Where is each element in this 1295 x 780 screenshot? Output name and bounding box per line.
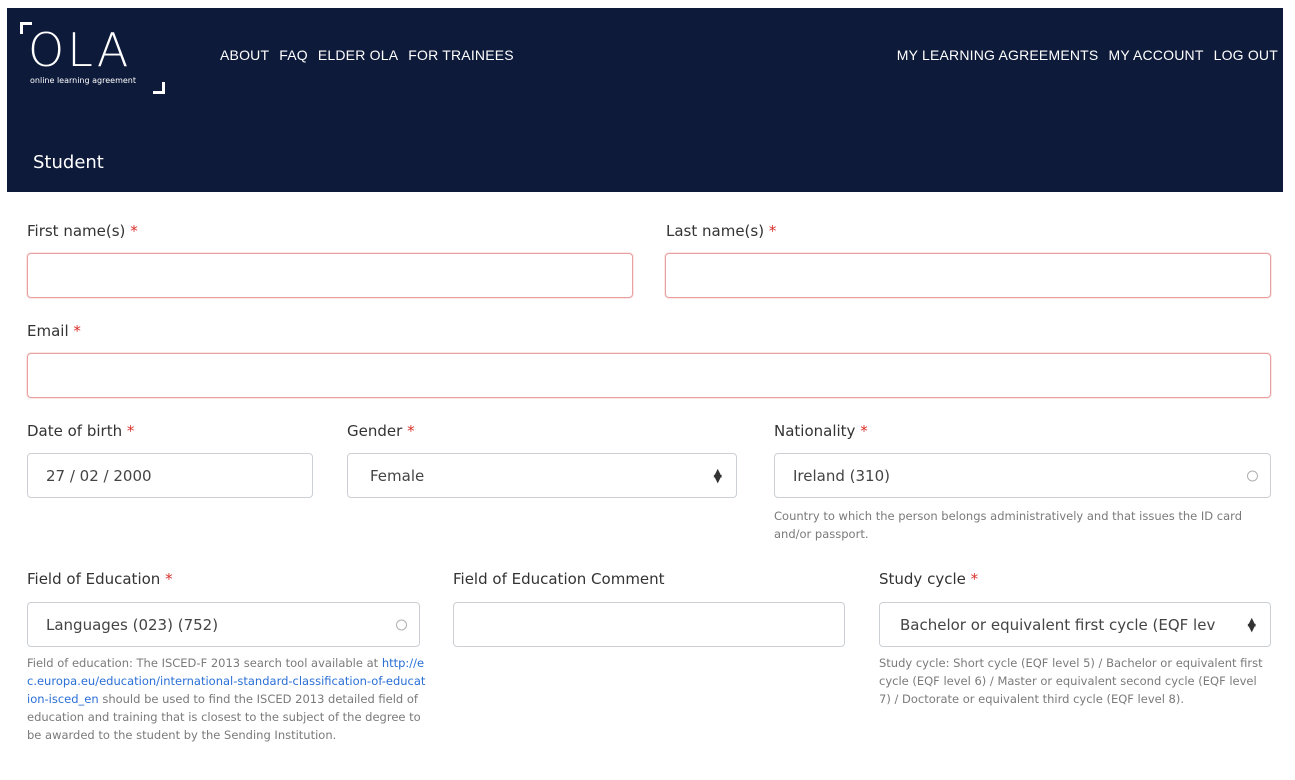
required-mark: * — [130, 222, 138, 240]
gender-label-text: Gender — [347, 422, 403, 440]
study-cycle-label: Study cycle * — [879, 570, 978, 588]
gender-value: Female — [370, 466, 425, 485]
study-cycle-value: Bachelor or equivalent first cycle (EQF … — [900, 615, 1216, 634]
select-arrows-icon: ▲ ▼ — [1247, 614, 1256, 634]
required-mark: * — [407, 422, 415, 440]
first-name-label: First name(s) * — [27, 222, 138, 240]
logo-subtitle: online learning agreement — [30, 76, 136, 85]
study-cycle-select[interactable]: Bachelor or equivalent first cycle (EQF … — [879, 602, 1271, 647]
last-name-input[interactable] — [665, 253, 1271, 298]
dob-label: Date of birth * — [27, 422, 134, 440]
nav-faq[interactable]: FAQ — [274, 47, 313, 63]
ola-logo[interactable]: OLA online learning agreement — [20, 22, 165, 94]
section-title: Student — [33, 152, 104, 173]
nav-my-account[interactable]: MY ACCOUNT — [1103, 47, 1208, 63]
first-name-input[interactable] — [27, 253, 633, 298]
email-label: Email * — [27, 322, 81, 340]
email-input[interactable] — [27, 353, 1271, 398]
nav-right: MY LEARNING AGREEMENTS MY ACCOUNT LOG OU… — [892, 47, 1283, 63]
dob-label-text: Date of birth — [27, 422, 123, 440]
first-name-label-text: First name(s) — [27, 222, 126, 240]
nav-left: ABOUT FAQ ELDER OLA FOR TRAINEES — [215, 47, 519, 63]
foe-help: Field of education: The ISCED-F 2013 sea… — [27, 654, 427, 744]
top-strip — [0, 0, 1295, 8]
nationality-input[interactable]: Ireland (310) — [774, 453, 1271, 498]
select-arrows-icon: ▲ ▼ — [713, 465, 722, 485]
nav-for-trainees[interactable]: FOR TRAINEES — [403, 47, 519, 63]
dob-value: 27 / 02 / 2000 — [46, 466, 152, 485]
foe-comment-input[interactable] — [453, 602, 845, 647]
last-name-label-text: Last name(s) — [666, 222, 765, 240]
last-name-label: Last name(s) * — [666, 222, 776, 240]
gender-label: Gender * — [347, 422, 415, 440]
required-mark: * — [970, 570, 979, 588]
nav-elder-ola[interactable]: ELDER OLA — [313, 47, 403, 63]
autocomplete-circle-icon — [396, 619, 407, 630]
gender-select[interactable]: Female ▲ ▼ — [347, 453, 737, 498]
required-mark: * — [126, 422, 135, 440]
email-label-text: Email — [27, 322, 69, 340]
foe-value: Languages (023) (752) — [46, 615, 219, 634]
foe-input[interactable]: Languages (023) (752) — [27, 602, 420, 647]
nav-my-learning-agreements[interactable]: MY LEARNING AGREEMENTS — [892, 47, 1104, 63]
autocomplete-circle-icon — [1247, 470, 1258, 481]
nationality-help: Country to which the person belongs admi… — [774, 509, 1243, 541]
nav-about[interactable]: ABOUT — [215, 47, 274, 63]
study-cycle-help: Study cycle: Short cycle (EQF level 5) /… — [879, 656, 1263, 706]
foe-comment-label: Field of Education Comment — [453, 570, 665, 588]
required-mark: * — [860, 422, 868, 440]
study-cycle-label-text: Study cycle — [879, 570, 966, 588]
foe-help-before: Field of education: The ISCED-F 2013 sea… — [27, 656, 382, 670]
nationality-label-text: Nationality — [774, 422, 856, 440]
foe-label: Field of Education * — [27, 570, 173, 588]
required-mark: * — [165, 570, 173, 588]
navbar: OLA online learning agreement ABOUT FAQ … — [7, 8, 1283, 192]
required-mark: * — [768, 222, 777, 240]
nationality-value: Ireland (310) — [793, 466, 890, 485]
required-mark: * — [73, 322, 81, 340]
nav-log-out[interactable]: LOG OUT — [1209, 47, 1283, 63]
logo-text: OLA — [28, 23, 132, 77]
nationality-label: Nationality * — [774, 422, 868, 440]
dob-input[interactable]: 27 / 02 / 2000 — [27, 453, 313, 498]
logo-bracket-bottom-right — [153, 82, 165, 94]
foe-label-text: Field of Education — [27, 570, 161, 588]
